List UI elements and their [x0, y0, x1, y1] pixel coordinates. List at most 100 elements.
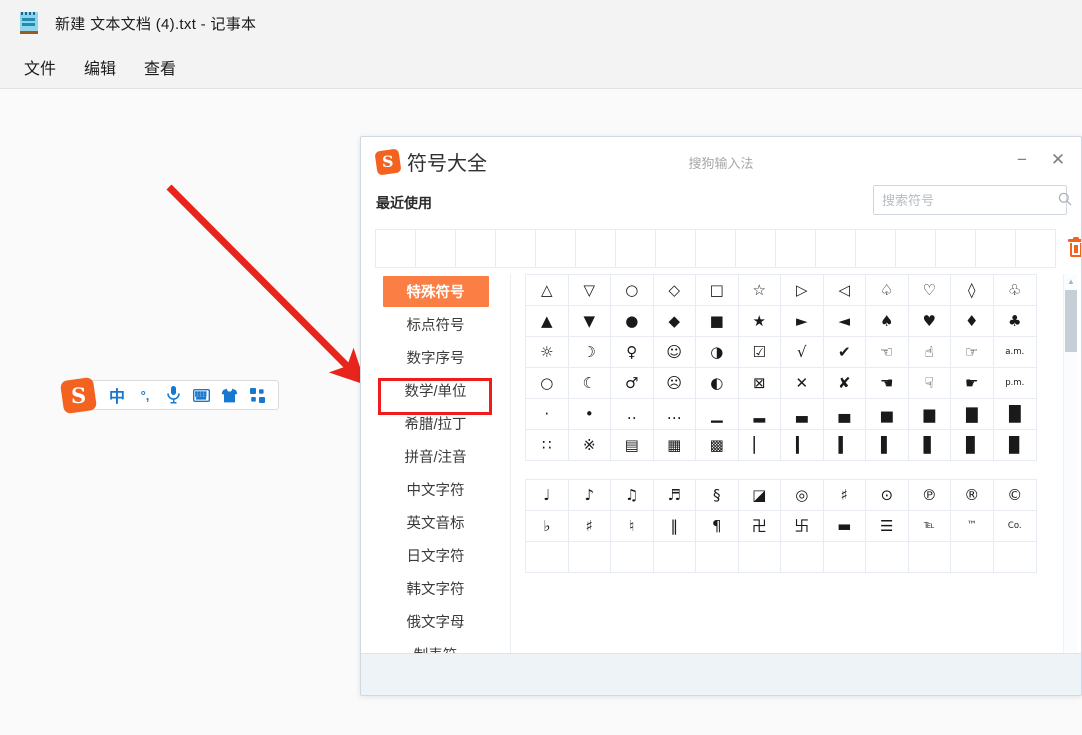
category-item-3[interactable]: 数学/单位: [383, 375, 489, 406]
symbol-cell[interactable]: ☞: [951, 337, 994, 367]
category-item-8[interactable]: 日文字符: [383, 540, 489, 571]
symbol-cell[interactable]: ¶: [696, 511, 739, 541]
symbol-cell[interactable]: ▎: [781, 430, 824, 460]
symbol-cell[interactable]: ♂: [611, 368, 654, 398]
symbol-cell[interactable]: ·: [526, 399, 569, 429]
symbol-cell[interactable]: ▍: [824, 430, 866, 460]
symbol-cell[interactable]: ▦: [654, 430, 696, 460]
recent-symbol-cell[interactable]: [456, 229, 496, 267]
symbol-cell[interactable]: [696, 542, 739, 572]
recent-symbol-cell[interactable]: [576, 229, 616, 267]
minimize-button[interactable]: −: [1011, 149, 1033, 171]
recent-symbol-cell[interactable]: [376, 229, 416, 267]
symbol-cell[interactable]: ℗: [909, 480, 951, 510]
trash-icon[interactable]: [1068, 236, 1081, 258]
symbol-cell[interactable]: ☜: [866, 337, 909, 367]
symbol-cell[interactable]: ○: [526, 368, 569, 398]
symbol-cell[interactable]: ◆: [654, 306, 696, 336]
chinese-mode-button[interactable]: 中: [104, 382, 130, 408]
category-item-2[interactable]: 数字序号: [383, 342, 489, 373]
recent-symbol-cell[interactable]: [496, 229, 536, 267]
symbol-cell[interactable]: █: [994, 399, 1037, 429]
symbol-cell[interactable]: ♬: [654, 480, 696, 510]
symbol-cell[interactable]: ♀: [611, 337, 654, 367]
recent-symbol-cell[interactable]: [416, 229, 456, 267]
recent-symbol-cell[interactable]: [656, 229, 696, 267]
symbol-cell[interactable]: ☹: [654, 368, 696, 398]
symbol-cell[interactable]: ☚: [866, 368, 909, 398]
symbol-cell[interactable]: □: [696, 275, 739, 305]
symbol-cell[interactable]: ‖: [654, 511, 696, 541]
symbol-cell[interactable]: p.m.: [994, 368, 1037, 398]
symbol-cell[interactable]: ⊙: [866, 480, 909, 510]
symbol-cell[interactable]: ♫: [611, 480, 654, 510]
recent-symbol-cell[interactable]: [536, 229, 576, 267]
symbol-cell[interactable]: ☼: [526, 337, 569, 367]
symbol-cell[interactable]: √: [781, 337, 824, 367]
symbol-cell[interactable]: ☆: [739, 275, 781, 305]
symbol-cell[interactable]: ▆: [909, 399, 951, 429]
symbol-cell[interactable]: ◪: [739, 480, 781, 510]
symbol-cell[interactable]: ♧: [994, 275, 1037, 305]
symbol-cell[interactable]: ◎: [781, 480, 824, 510]
symbol-cell[interactable]: ◐: [696, 368, 739, 398]
symbol-cell[interactable]: [569, 542, 611, 572]
symbol-cell[interactable]: ●: [611, 306, 654, 336]
symbol-cell[interactable]: [909, 542, 951, 572]
symbol-cell[interactable]: ©: [994, 480, 1037, 510]
symbol-cell[interactable]: ♪: [569, 480, 611, 510]
symbol-cell[interactable]: ▽: [569, 275, 611, 305]
symbol-cell[interactable]: ♤: [866, 275, 909, 305]
recent-symbol-cell[interactable]: [1016, 229, 1056, 267]
symbol-scrollbar[interactable]: ▲ ▼: [1063, 274, 1077, 676]
category-item-4[interactable]: 希腊/拉丁: [383, 408, 489, 439]
symbol-cell[interactable]: ▬: [824, 511, 866, 541]
symbol-cell[interactable]: §: [696, 480, 739, 510]
symbol-cell[interactable]: ☺: [654, 337, 696, 367]
category-item-6[interactable]: 中文字符: [383, 474, 489, 505]
recent-symbol-cell[interactable]: [896, 229, 936, 267]
symbol-cell[interactable]: ℡: [909, 511, 951, 541]
symbol-cell[interactable]: [739, 542, 781, 572]
symbol-cell[interactable]: ✔: [824, 337, 866, 367]
symbol-cell[interactable]: •: [569, 399, 611, 429]
symbol-cell[interactable]: ▏: [739, 430, 781, 460]
symbol-cell[interactable]: ○: [611, 275, 654, 305]
symbol-cell[interactable]: 卐: [781, 511, 824, 541]
sogou-logo-icon[interactable]: S: [59, 376, 98, 414]
symbol-cell[interactable]: [824, 542, 866, 572]
symbol-cell[interactable]: ♠: [866, 306, 909, 336]
symbol-cell[interactable]: ▌: [866, 430, 909, 460]
recent-symbol-cell[interactable]: [616, 229, 656, 267]
symbol-cell[interactable]: ▃: [781, 399, 824, 429]
menu-item-view[interactable]: 查看: [134, 51, 186, 83]
symbol-cell[interactable]: [781, 542, 824, 572]
toolbox-icon[interactable]: [244, 382, 270, 408]
symbol-cell[interactable]: ▇: [951, 399, 994, 429]
symbol-cell[interactable]: ■: [696, 306, 739, 336]
category-item-9[interactable]: 韩文字符: [383, 573, 489, 604]
category-item-1[interactable]: 标点符号: [383, 309, 489, 340]
symbol-cell[interactable]: 卍: [739, 511, 781, 541]
symbol-cell[interactable]: [654, 542, 696, 572]
symbol-cell[interactable]: ✕: [781, 368, 824, 398]
symbol-cell[interactable]: ✘: [824, 368, 866, 398]
recent-symbol-cell[interactable]: [816, 229, 856, 267]
symbol-cell[interactable]: [526, 542, 569, 572]
symbol-cell[interactable]: ▤: [611, 430, 654, 460]
category-item-10[interactable]: 俄文字母: [383, 606, 489, 637]
recent-symbol-cell[interactable]: [936, 229, 976, 267]
symbol-cell[interactable]: ★: [739, 306, 781, 336]
recent-symbol-cell[interactable]: [856, 229, 896, 267]
symbol-cell[interactable]: [994, 542, 1037, 572]
symbol-cell[interactable]: [951, 542, 994, 572]
menu-item-file[interactable]: 文件: [14, 51, 66, 83]
symbol-cell[interactable]: ☽: [569, 337, 611, 367]
symbol-cell[interactable]: ™: [951, 511, 994, 541]
category-item-5[interactable]: 拼音/注音: [383, 441, 489, 472]
symbol-cell[interactable]: ◁: [824, 275, 866, 305]
recent-symbol-cell[interactable]: [696, 229, 736, 267]
symbol-cell[interactable]: ▁: [696, 399, 739, 429]
symbol-cell[interactable]: ☑: [739, 337, 781, 367]
symbol-cell[interactable]: ▼: [569, 306, 611, 336]
